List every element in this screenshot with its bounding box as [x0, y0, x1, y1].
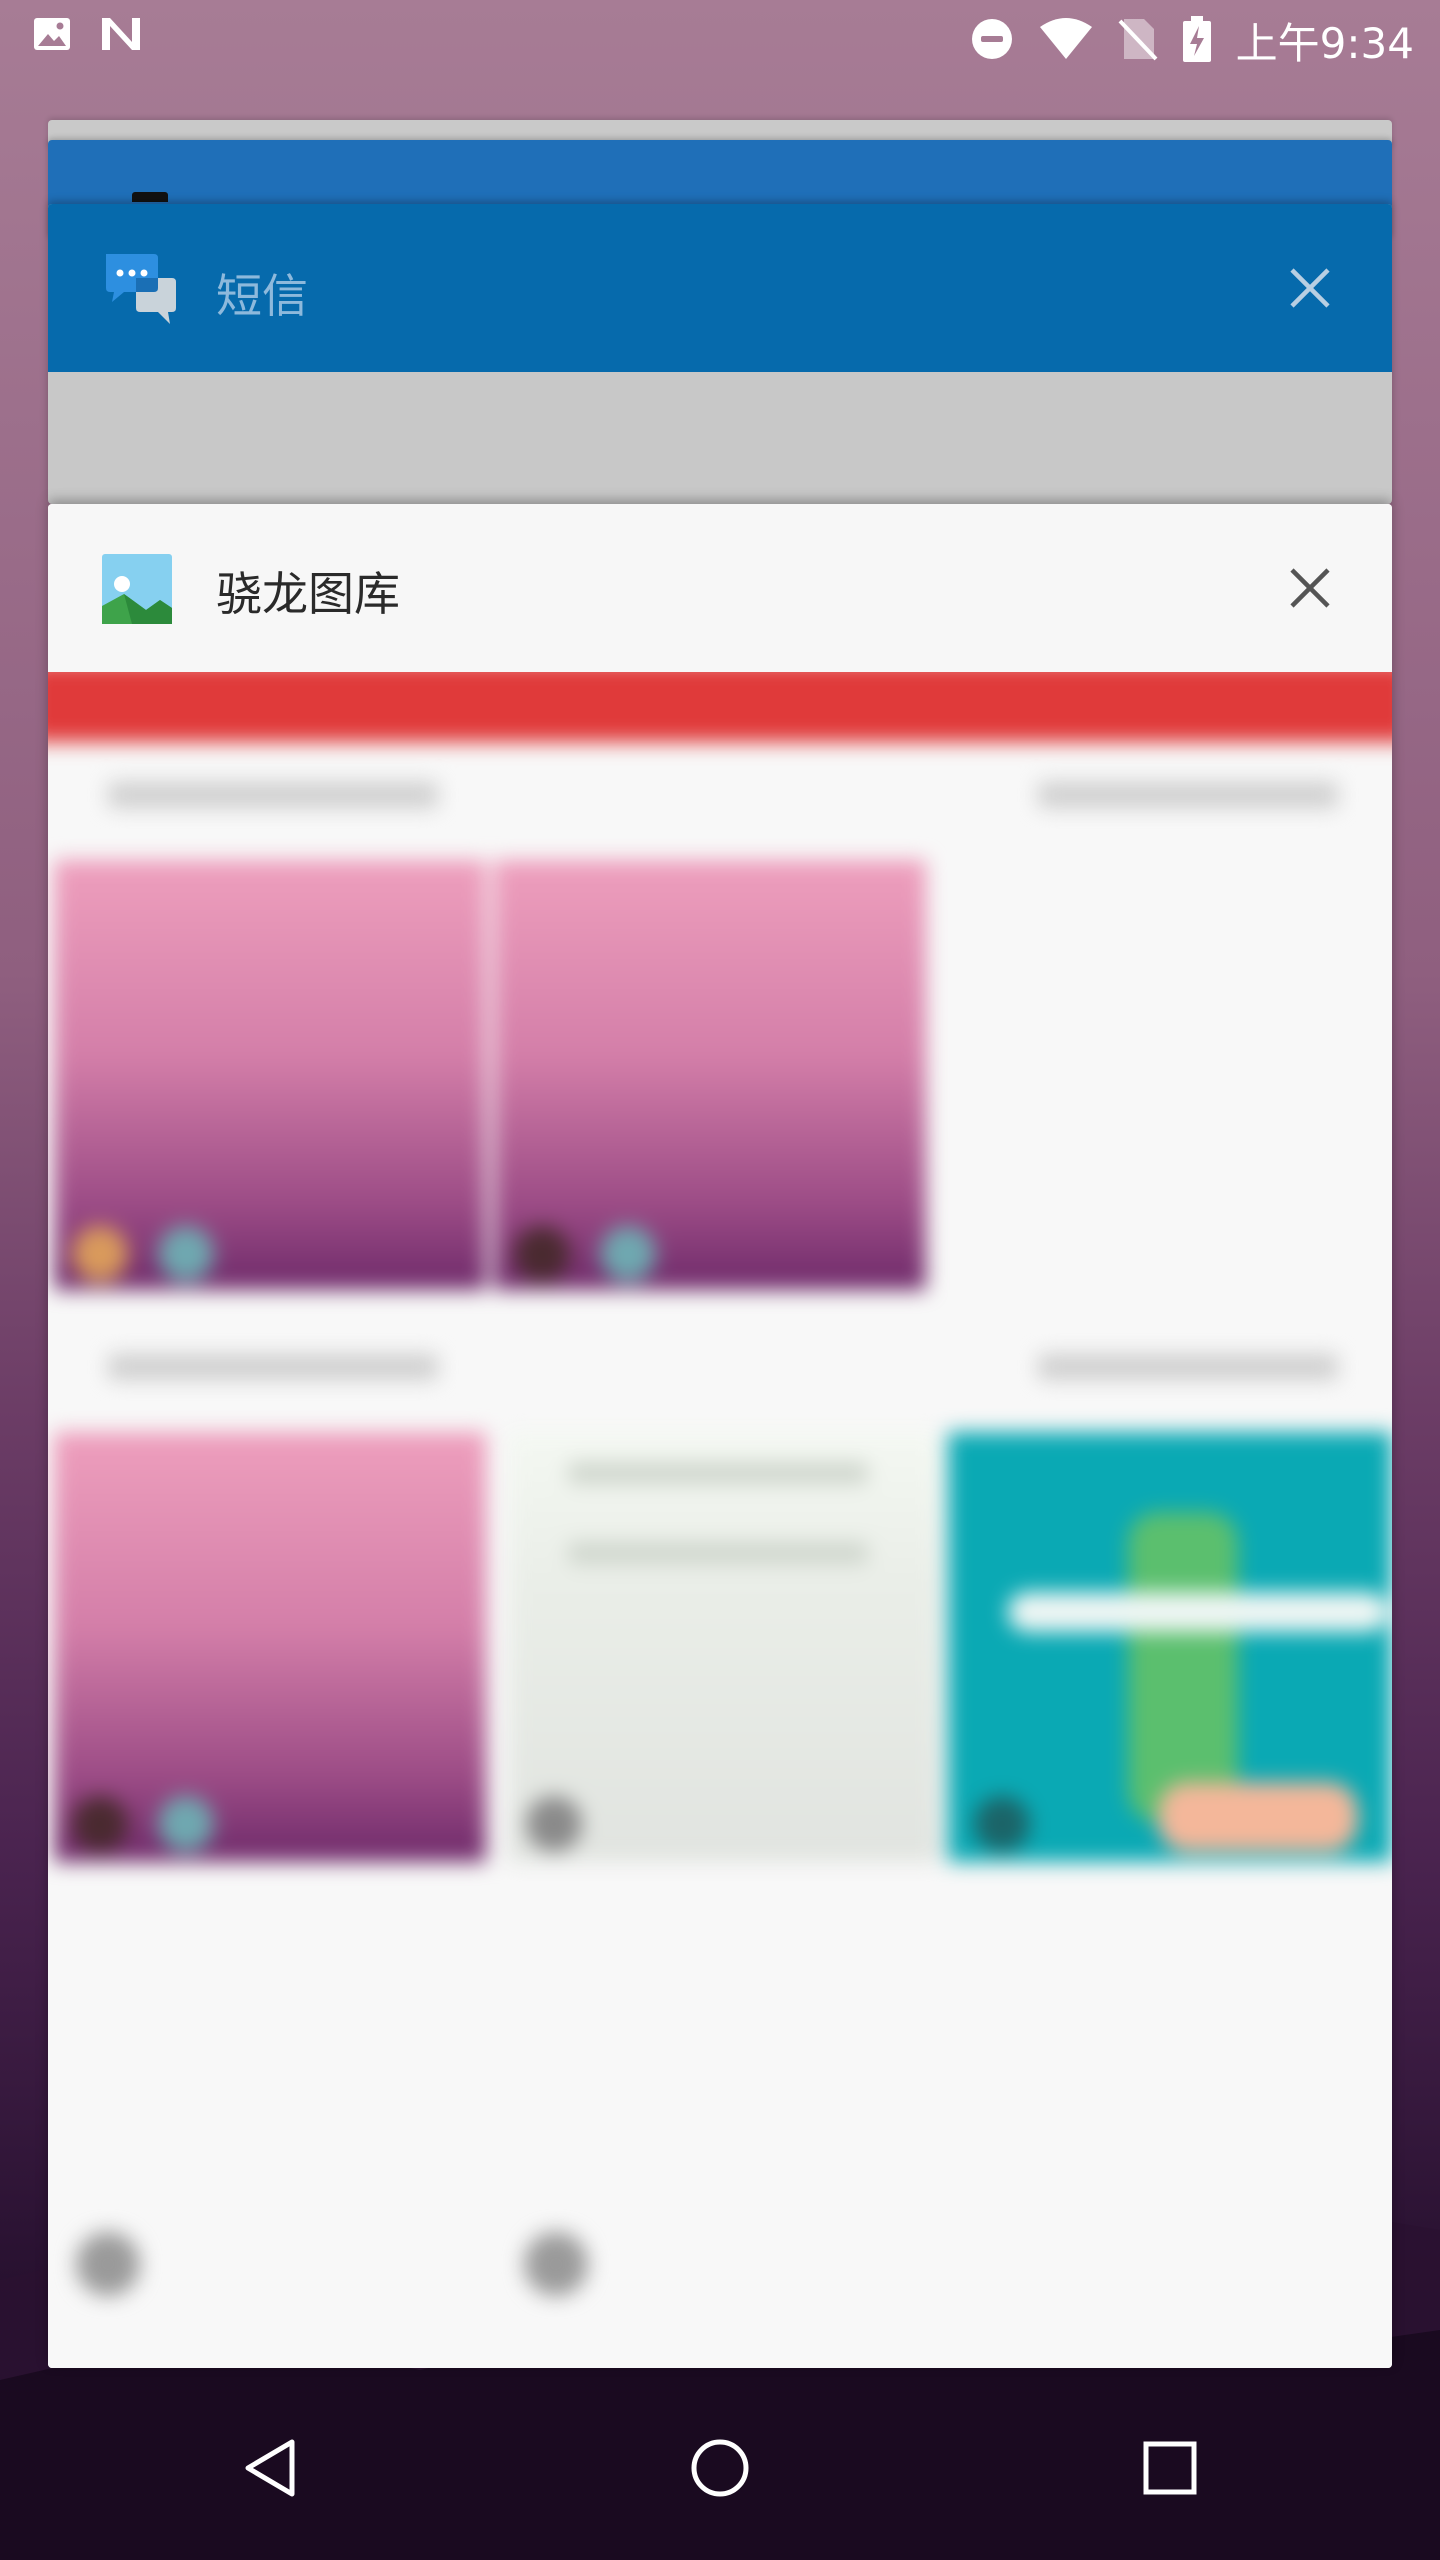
- card-header-gallery: 骁龙图库: [48, 504, 1392, 672]
- snapshot-thumbnail: [508, 1432, 940, 1862]
- home-button[interactable]: [670, 2418, 770, 2518]
- snapshot-badge: [158, 1796, 214, 1852]
- close-icon: [1290, 568, 1330, 608]
- snapshot-thumbnail: [494, 860, 926, 1290]
- recent-card-sms[interactable]: 短信: [48, 204, 1392, 504]
- snapshot-toolbar: [48, 672, 1392, 742]
- status-bar: 上午9:34: [0, 0, 1440, 72]
- snapshot-illustration: [568, 1542, 868, 1564]
- snapshot-illustration: [1128, 1512, 1238, 1822]
- card-title-sms: 短信: [216, 269, 308, 323]
- snapshot-badge: [600, 1226, 656, 1282]
- gallery-app-icon: [102, 554, 172, 624]
- snapshot-badge: [76, 2232, 140, 2296]
- snapshot-section-header: [108, 782, 438, 808]
- snapshot-section-header: [108, 1354, 438, 1380]
- recents-button[interactable]: [1120, 2418, 1220, 2518]
- snapshot-badge: [158, 1226, 214, 1282]
- snapshot-illustration: [1008, 1592, 1388, 1632]
- snapshot-badge: [514, 1226, 570, 1282]
- snapshot-badge: [974, 1796, 1030, 1852]
- do-not-disturb-icon: [970, 17, 1014, 65]
- close-gallery-card-button[interactable]: [1278, 556, 1342, 620]
- close-sms-card-button[interactable]: [1278, 256, 1342, 320]
- recents-icon: [1143, 2441, 1197, 2495]
- card-header-sms: 短信: [48, 204, 1392, 372]
- snapshot-section-date: [1038, 782, 1338, 808]
- home-icon: [691, 2439, 749, 2497]
- snapshot-illustration: [1158, 1782, 1358, 1852]
- snapshot-badge: [72, 1226, 128, 1282]
- snapshot-thumbnail: [54, 1432, 486, 1862]
- battery-charging-icon: [1182, 15, 1212, 66]
- status-time: 上午9:34: [1235, 19, 1414, 68]
- sms-app-icon: [102, 248, 182, 328]
- card-mid-icon-hint: [132, 192, 168, 202]
- back-icon: [245, 2439, 295, 2497]
- snapshot-section-date: [1038, 1354, 1338, 1380]
- snapshot-badge: [526, 1796, 582, 1852]
- card-title-gallery: 骁龙图库: [216, 567, 400, 621]
- n-notification-icon: [98, 14, 144, 58]
- back-button[interactable]: [220, 2418, 320, 2518]
- close-icon: [1290, 268, 1330, 308]
- snapshot-illustration: [568, 1462, 868, 1484]
- snapshot-badge: [524, 2232, 588, 2296]
- navigation-bar: [0, 2368, 1440, 2560]
- image-notification-icon: [32, 14, 72, 58]
- snapshot-badge: [72, 1796, 128, 1852]
- recent-card-gallery[interactable]: 骁龙图库: [48, 504, 1392, 2368]
- snapshot-blurred-content: [48, 672, 1392, 2368]
- wifi-icon: [1038, 17, 1094, 65]
- snapshot-thumbnail: [54, 860, 486, 1290]
- no-sim-icon: [1118, 17, 1158, 65]
- gallery-app-snapshot[interactable]: [48, 672, 1392, 2368]
